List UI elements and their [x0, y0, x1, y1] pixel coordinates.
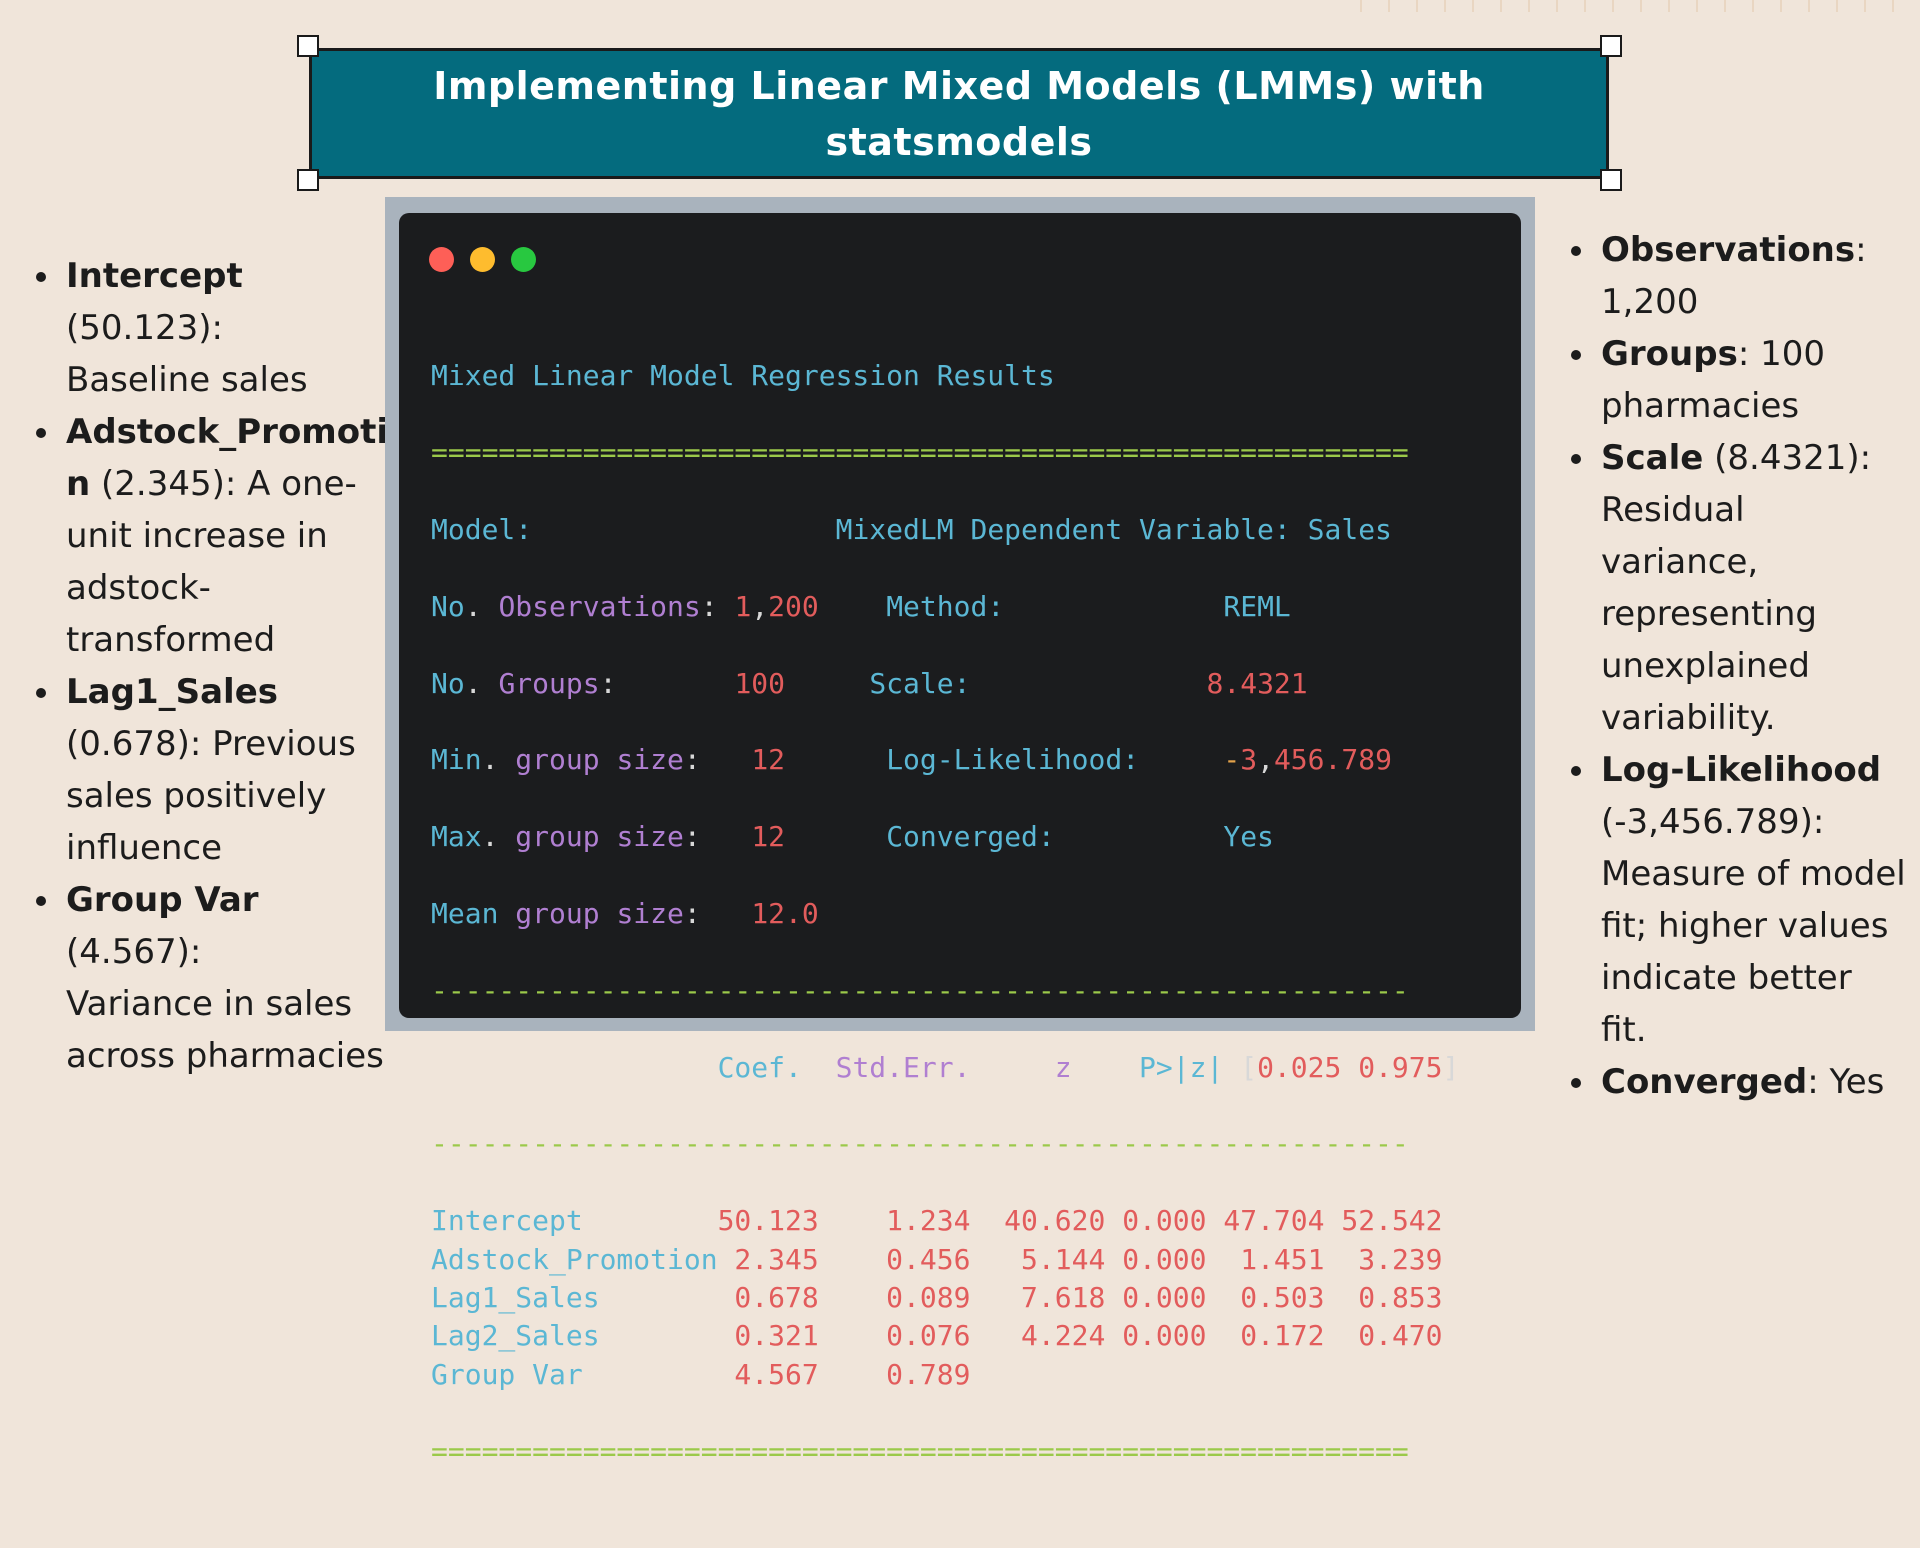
table-row: Lag2_Sales 0.321 0.076 4.224 0.000 0.172… [431, 1317, 1459, 1355]
cell-p: 0.000 [1122, 1319, 1207, 1353]
close-icon[interactable] [429, 247, 454, 272]
rule-double: ========================================… [431, 436, 1409, 470]
resize-handle-br[interactable] [1600, 169, 1622, 191]
cell-name: Adstock_Promotion [431, 1242, 718, 1276]
cell-p: 0.000 [1122, 1204, 1207, 1238]
cell-name: Group Var [431, 1357, 718, 1391]
table-row: Lag1_Sales 0.678 0.089 7.618 0.000 0.503… [431, 1279, 1459, 1317]
table-row: Intercept 50.123 1.234 40.620 0.000 47.7… [431, 1202, 1459, 1240]
list-item: Group Var (4.567): Variance in sales acros… [32, 874, 392, 1082]
cell-p [1122, 1358, 1206, 1391]
cell-hi: 0.470 [1341, 1319, 1443, 1353]
list-item: Observations: 1,200 [1567, 224, 1907, 328]
list-item: Adstock_Promotio n (2.345): A one-unit in… [32, 406, 411, 666]
cell-lo: 0.172 [1223, 1319, 1325, 1353]
cell-hi [1341, 1358, 1442, 1391]
cell-z: 4.224 [987, 1319, 1106, 1353]
output-heading: Mixed Linear Model Regression Results [431, 359, 1055, 393]
cell-name: Intercept [431, 1204, 718, 1238]
minimize-icon[interactable] [470, 247, 495, 272]
cell-se: 1.234 [886, 1204, 971, 1238]
cell-coef: 50.123 [717, 1204, 819, 1238]
title-banner: Implementing Linear Mixed Models (LMMs) … [309, 48, 1609, 179]
cell-p: 0.000 [1122, 1280, 1207, 1314]
cell-se: 0.789 [886, 1357, 971, 1391]
decorative-grid [1360, 0, 1920, 12]
cell-coef: 2.345 [717, 1242, 819, 1276]
resize-handle-tr[interactable] [1600, 35, 1622, 57]
cell-z: 7.618 [987, 1280, 1106, 1314]
left-notes: Intercept (50.123): Baseline sales Adstoc… [32, 250, 411, 1082]
resize-handle-tl[interactable] [297, 35, 319, 57]
page-title: Implementing Linear Mixed Models (LMMs) … [433, 63, 1485, 164]
list-item: Lag1_Sales (0.678): Previous sales positiv… [32, 666, 392, 874]
list-item: Converged: Yes [1567, 1056, 1907, 1108]
cell-hi: 0.853 [1341, 1280, 1443, 1314]
table-row: Adstock_Promotion 2.345 0.456 5.144 0.00… [431, 1241, 1459, 1279]
list-item: Intercept (50.123): Baseline sales [32, 250, 392, 406]
right-notes: Observations: 1,200 Groups: 100 pharmacies… [1567, 224, 1907, 1108]
cell-z: 5.144 [987, 1242, 1106, 1276]
table-row: Group Var 4.567 0.789 [431, 1356, 1459, 1394]
cell-hi: 52.542 [1341, 1204, 1443, 1238]
list-item: Groups: 100 pharmacies [1567, 328, 1907, 432]
cell-name: Lag1_Sales [431, 1280, 718, 1314]
terminal-window: Mixed Linear Model Regression Results ==… [399, 213, 1521, 1468]
cell-z [987, 1358, 1105, 1391]
cell-lo: 0.503 [1223, 1280, 1325, 1314]
cell-lo: 47.704 [1223, 1204, 1325, 1238]
list-item: Log-Likelihood (-3,456.789): Measure of mo… [1567, 744, 1907, 1056]
cell-coef: 4.567 [717, 1357, 819, 1391]
cell-name: Lag2_Sales [431, 1319, 718, 1353]
maximize-icon[interactable] [511, 247, 536, 272]
cell-p: 0.000 [1122, 1242, 1207, 1276]
cell-coef: 0.678 [717, 1280, 819, 1314]
cell-se: 0.076 [886, 1319, 971, 1353]
resize-handle-bl[interactable] [297, 169, 319, 191]
rule-single: ----------------------------------------… [431, 973, 1409, 1007]
cell-se: 0.456 [886, 1242, 971, 1276]
list-item: Scale (8.4321): Residual variance, represe… [1567, 432, 1907, 744]
regression-output: Mixed Linear Model Regression Results ==… [431, 359, 1460, 1468]
cell-se: 0.089 [886, 1280, 971, 1314]
cell-coef: 0.321 [717, 1319, 819, 1353]
cell-lo [1223, 1358, 1324, 1391]
cell-hi: 3.239 [1341, 1242, 1443, 1276]
cell-z: 40.620 [987, 1204, 1106, 1238]
cell-lo: 1.451 [1223, 1242, 1325, 1276]
